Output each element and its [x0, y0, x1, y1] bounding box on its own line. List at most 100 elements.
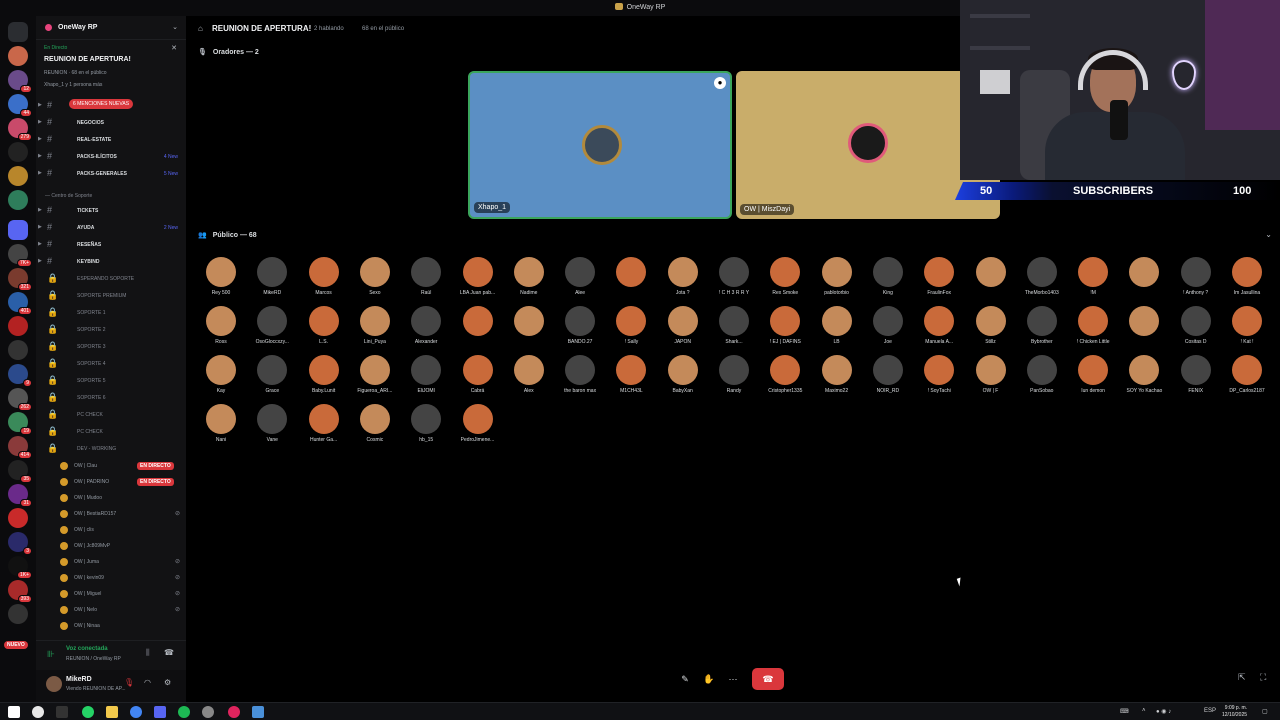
close-icon[interactable]: ✕ — [171, 44, 177, 52]
screen-share-icon[interactable]: ● — [714, 77, 726, 89]
disconnect-icon[interactable]: ☎ — [164, 648, 174, 657]
server-icon[interactable]: 262 — [8, 388, 32, 411]
server-icon[interactable]: 35 — [8, 460, 32, 483]
audience-member[interactable]: MikeRD — [250, 257, 294, 301]
server-icon[interactable] — [8, 316, 28, 336]
audience-member[interactable] — [1122, 257, 1166, 301]
server-icon[interactable] — [8, 166, 28, 186]
notification-icon[interactable]: ▢ — [1262, 708, 1268, 715]
voice-user[interactable]: OW | Ninaa — [58, 618, 186, 634]
audience-member[interactable]: Sexo — [353, 257, 397, 301]
live-stage-card[interactable]: En Directo ✕ REUNION DE APERTURA! REUNIO… — [36, 42, 186, 92]
server-icon[interactable]: 3 — [8, 532, 32, 555]
audience-member[interactable]: Iun demon — [1071, 355, 1115, 399]
server-icon[interactable]: 401 — [8, 292, 32, 315]
server-icon[interactable]: 321 — [8, 268, 32, 291]
audience-member[interactable]: Alexander — [404, 306, 448, 350]
noise-suppression-icon[interactable]: ⫼ — [146, 648, 150, 658]
audience-member[interactable]: FraulinFox — [917, 257, 961, 301]
audience-member[interactable] — [507, 306, 551, 350]
audience-member[interactable]: Rey 500 — [199, 257, 243, 301]
audience-member[interactable]: ! SoyTachi — [917, 355, 961, 399]
audience-member[interactable]: !M — [1071, 257, 1115, 301]
server-icon[interactable]: 7K+ — [8, 244, 32, 267]
gear-icon[interactable]: ⚙ — [164, 678, 171, 687]
channel-item[interactable]: ▶ # REAL-ESTATE — [36, 132, 186, 148]
chrome-icon[interactable] — [130, 706, 142, 718]
voice-user[interactable]: OW | PADRINO EN DIRECTO — [58, 474, 186, 490]
voice-channel[interactable]: 🔒 DEV - WORKING — [36, 441, 186, 457]
audience-member[interactable]: Nani — [199, 404, 243, 448]
voice-user[interactable]: OW | Clau EN DIRECTO — [58, 458, 186, 474]
speaker-tile[interactable]: ● Xhapo_1 — [468, 71, 732, 219]
obs-icon[interactable] — [228, 706, 240, 718]
voice-channel[interactable]: 🔒 SOPORTE 6 — [36, 390, 186, 406]
audience-member[interactable]: Alex — [507, 355, 551, 399]
spotify-icon[interactable] — [178, 706, 190, 718]
audience-member[interactable]: Alee — [558, 257, 602, 301]
voice-user[interactable]: OW | BestiaRD157 ⊘ — [58, 506, 186, 522]
audience-member[interactable]: Joe — [866, 306, 910, 350]
audience-member[interactable]: Randy — [712, 355, 756, 399]
voice-user[interactable]: OW | Nelo ⊘ — [58, 602, 186, 618]
chevron-down-icon[interactable]: ⌄ — [172, 23, 178, 31]
audience-member[interactable]: ! EJ | DAFINS — [763, 306, 807, 350]
keyboard-icon[interactable]: ⌨ — [1120, 708, 1129, 715]
channel-item[interactable]: ▶ # TICKETS — [36, 203, 186, 219]
channel-item[interactable]: ▶ # AYUDA 2 New — [36, 220, 186, 236]
server-icon[interactable]: 44 — [8, 94, 32, 117]
voice-channel[interactable]: 🔒 SOPORTE 3 — [36, 339, 186, 355]
server-icon[interactable]: 1K+ — [8, 556, 32, 579]
more-icon[interactable]: ⋯ — [722, 668, 744, 690]
channel-item[interactable]: ▶ # RESEÑAS — [36, 237, 186, 253]
voice-user[interactable]: OW | Miguel ⊘ — [58, 586, 186, 602]
voice-channel[interactable]: 🔒 SOPORTE 5 — [36, 373, 186, 389]
audience-member[interactable]: M1CH43L — [609, 355, 653, 399]
server-icon-active[interactable] — [8, 220, 28, 240]
voice-channel[interactable]: 🔒 SOPORTE 2 — [36, 322, 186, 338]
language-indicator[interactable]: ESP — [1204, 708, 1216, 714]
audience-member[interactable]: Cosmic — [353, 404, 397, 448]
audience-member[interactable]: Cristopher1335 — [763, 355, 807, 399]
voice-channel[interactable]: 🔒 PC CHECK — [36, 424, 186, 440]
audience-member[interactable]: pablotorbio — [815, 257, 859, 301]
whatsapp-icon[interactable] — [82, 706, 94, 718]
audience-member[interactable]: LBA Juan pab... — [456, 257, 500, 301]
audience-member[interactable]: hb_15 — [404, 404, 448, 448]
audience-member[interactable]: Nadime — [507, 257, 551, 301]
headphones-icon[interactable]: ◠ — [144, 678, 151, 687]
server-icon[interactable] — [8, 508, 28, 528]
server-icon[interactable] — [8, 142, 28, 162]
voice-channel[interactable]: 🔒 PC CHECK — [36, 407, 186, 423]
server-icon[interactable]: 31 — [8, 484, 32, 507]
audience-member[interactable]: LB — [815, 306, 859, 350]
audience-member[interactable]: Hunter Ga... — [302, 404, 346, 448]
audience-member[interactable]: Stillz — [969, 306, 1013, 350]
chevron-down-icon[interactable]: ⌄ — [1265, 230, 1272, 239]
voice-channel[interactable]: 🔒 SOPORTE 4 — [36, 356, 186, 372]
audience-member[interactable]: Marcos — [302, 257, 346, 301]
server-icon[interactable]: 9 — [8, 364, 32, 387]
voice-channel[interactable]: 🔒 ESPERANDO SOPORTE — [36, 271, 186, 287]
voice-channel[interactable]: 🔒 SOPORTE 1 — [36, 305, 186, 321]
audience-member[interactable]: Ross — [199, 306, 243, 350]
audience-member[interactable]: ! Anthony ? — [1174, 257, 1218, 301]
mute-icon[interactable]: ✎ — [674, 668, 696, 690]
audience-member[interactable]: Lini_Puya — [353, 306, 397, 350]
voice-location[interactable]: REUNION / OneWay RP — [66, 656, 121, 662]
search-icon[interactable] — [32, 706, 44, 718]
raise-hand-icon[interactable]: ✋ — [698, 668, 720, 690]
audience-member[interactable]: Im Jasullina — [1225, 257, 1269, 301]
audience-member[interactable]: SOY Yo Kachao — [1122, 355, 1166, 399]
server-icon[interactable] — [8, 190, 28, 210]
mentions-pill[interactable]: 6 MENCIONES NUEVAS — [69, 99, 134, 109]
audience-member[interactable]: Kay — [199, 355, 243, 399]
audience-member[interactable]: Baby.Lunit — [302, 355, 346, 399]
category-support[interactable]: — Centro de Soporte — [45, 193, 92, 199]
audience-member[interactable]: Vane — [250, 404, 294, 448]
signal-icon[interactable]: ⊪ — [47, 649, 55, 660]
audience-member[interactable]: BANDO.27 — [558, 306, 602, 350]
voice-channel[interactable]: 🔒 SOPORTE PREMIUM — [36, 288, 186, 304]
popout-icon[interactable]: ⇱ — [1238, 672, 1246, 683]
audience-member[interactable]: NOIR_RD — [866, 355, 910, 399]
